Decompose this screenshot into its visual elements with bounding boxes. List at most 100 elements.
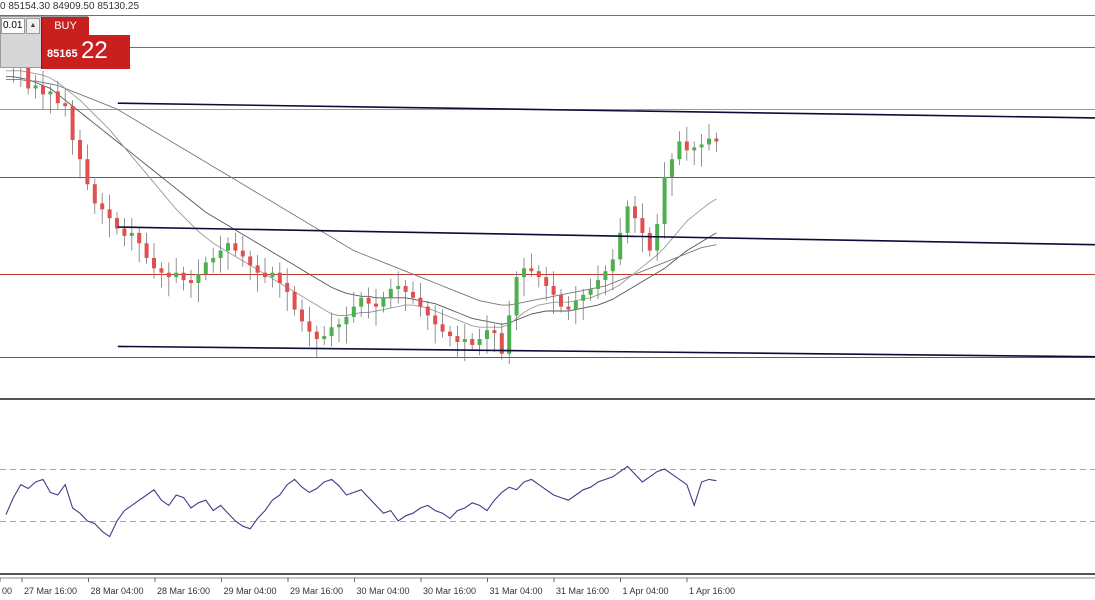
candle-body bbox=[684, 141, 689, 151]
candle-body bbox=[107, 209, 112, 219]
candle-body bbox=[699, 144, 704, 148]
candle-body bbox=[440, 324, 445, 332]
candle-body bbox=[255, 265, 260, 273]
candle-body bbox=[388, 288, 393, 298]
candle-body bbox=[692, 147, 697, 151]
candle-body bbox=[351, 306, 356, 317]
candle-body bbox=[240, 250, 245, 257]
time-tick-label: 31 Mar 16:00 bbox=[556, 586, 609, 596]
candle-body bbox=[551, 285, 556, 295]
candle-body bbox=[189, 280, 193, 284]
candle-body bbox=[366, 297, 371, 304]
candle-body bbox=[588, 288, 593, 295]
candle-body bbox=[411, 291, 415, 298]
candle-body bbox=[529, 268, 534, 272]
candle-body bbox=[329, 327, 334, 337]
candle-body bbox=[677, 141, 682, 160]
candle-body bbox=[129, 232, 134, 236]
candle-body bbox=[33, 85, 38, 89]
candle-body bbox=[455, 336, 460, 342]
candle-body bbox=[707, 138, 711, 145]
candle-body bbox=[285, 283, 290, 292]
ohlc-readout: 0 85154.30 84909.50 85130.25 bbox=[0, 1, 140, 12]
candle-body bbox=[174, 272, 179, 278]
candle-body bbox=[314, 331, 319, 340]
time-tick-label: 1 Apr 04:00 bbox=[623, 586, 669, 596]
candle-body bbox=[166, 272, 171, 278]
candle-body bbox=[536, 271, 541, 278]
candle-body bbox=[307, 321, 312, 332]
candle-body bbox=[492, 330, 497, 334]
candle-body bbox=[92, 184, 97, 204]
candle-body bbox=[477, 339, 482, 345]
candle-body bbox=[462, 339, 467, 342]
one-click-trade-panel: 0.01 ▲ BUY 85165 22 bbox=[0, 16, 130, 69]
time-axis: 00 27 Mar 16:00 28 Mar 04:00 28 Mar 16:00 29… bbox=[0, 578, 735, 596]
candle-body bbox=[507, 315, 512, 354]
candle-body bbox=[292, 291, 297, 310]
candle-body bbox=[425, 306, 430, 316]
candle-body bbox=[152, 257, 156, 269]
candle-body bbox=[647, 232, 652, 251]
price-pane-bg bbox=[0, 0, 1095, 398]
candle-body bbox=[566, 306, 571, 310]
candle-body bbox=[270, 272, 275, 278]
price-main: 85165 bbox=[47, 48, 78, 60]
rsi-pane bbox=[0, 400, 1095, 579]
candle-body bbox=[233, 243, 238, 251]
time-tick-label: 1 Apr 16:00 bbox=[689, 586, 735, 596]
candle-body bbox=[300, 309, 304, 322]
time-tick-label: 30 Mar 16:00 bbox=[423, 586, 476, 596]
candle-body bbox=[122, 228, 127, 236]
candle-body bbox=[63, 103, 68, 107]
candle-body bbox=[196, 274, 201, 284]
candle-body bbox=[159, 268, 164, 273]
candle-body bbox=[78, 140, 82, 160]
candle-body bbox=[359, 297, 364, 307]
candle-body bbox=[610, 259, 615, 272]
candle-body bbox=[26, 64, 31, 89]
candle-body bbox=[100, 203, 105, 210]
candle-body bbox=[374, 303, 378, 307]
time-tick-label: 29 Mar 04:00 bbox=[224, 586, 277, 596]
price-pane bbox=[0, 0, 1095, 400]
lot-size-input[interactable]: 0.01 bbox=[1, 18, 25, 34]
candle-body bbox=[344, 316, 349, 325]
candle-body bbox=[248, 256, 253, 266]
candle-body bbox=[448, 331, 452, 337]
time-tick-label: 00 bbox=[2, 586, 12, 596]
candle-body bbox=[544, 277, 549, 286]
price-big: 22 bbox=[81, 37, 108, 64]
candle-body bbox=[41, 85, 45, 95]
time-tick-label: 29 Mar 16:00 bbox=[290, 586, 343, 596]
candle-body bbox=[48, 91, 53, 95]
candle-body bbox=[277, 272, 282, 284]
candle-body bbox=[418, 297, 423, 307]
candle-body bbox=[603, 271, 608, 281]
candle-body bbox=[70, 106, 75, 141]
candle-body bbox=[263, 272, 267, 278]
candle-body bbox=[211, 257, 216, 263]
buy-button[interactable]: BUY 85165 22 bbox=[41, 17, 130, 69]
candle-body bbox=[485, 330, 489, 340]
candle-body bbox=[337, 324, 341, 328]
time-tick-label: 30 Mar 04:00 bbox=[357, 586, 410, 596]
candle-body bbox=[203, 262, 208, 275]
lot-spin-up-icon[interactable]: ▲ bbox=[26, 18, 40, 34]
candle-body bbox=[226, 243, 230, 251]
candle-body bbox=[396, 285, 401, 289]
candle-body bbox=[625, 206, 630, 233]
time-tick-label: 31 Mar 04:00 bbox=[490, 586, 543, 596]
buy-label: BUY bbox=[54, 20, 77, 32]
candle-body bbox=[218, 250, 223, 258]
candle-body bbox=[85, 159, 90, 185]
candle-body bbox=[322, 336, 327, 340]
candle-body bbox=[559, 294, 563, 307]
candle-body bbox=[633, 206, 637, 219]
candle-body bbox=[581, 294, 586, 301]
candle-body bbox=[573, 300, 578, 310]
candlestick-chart: 00 27 Mar 16:00 28 Mar 04:00 28 Mar 16:00 29… bbox=[0, 0, 1095, 596]
time-tick-label: 28 Mar 04:00 bbox=[91, 586, 144, 596]
candle-body bbox=[403, 285, 408, 292]
candle-body bbox=[381, 297, 386, 307]
